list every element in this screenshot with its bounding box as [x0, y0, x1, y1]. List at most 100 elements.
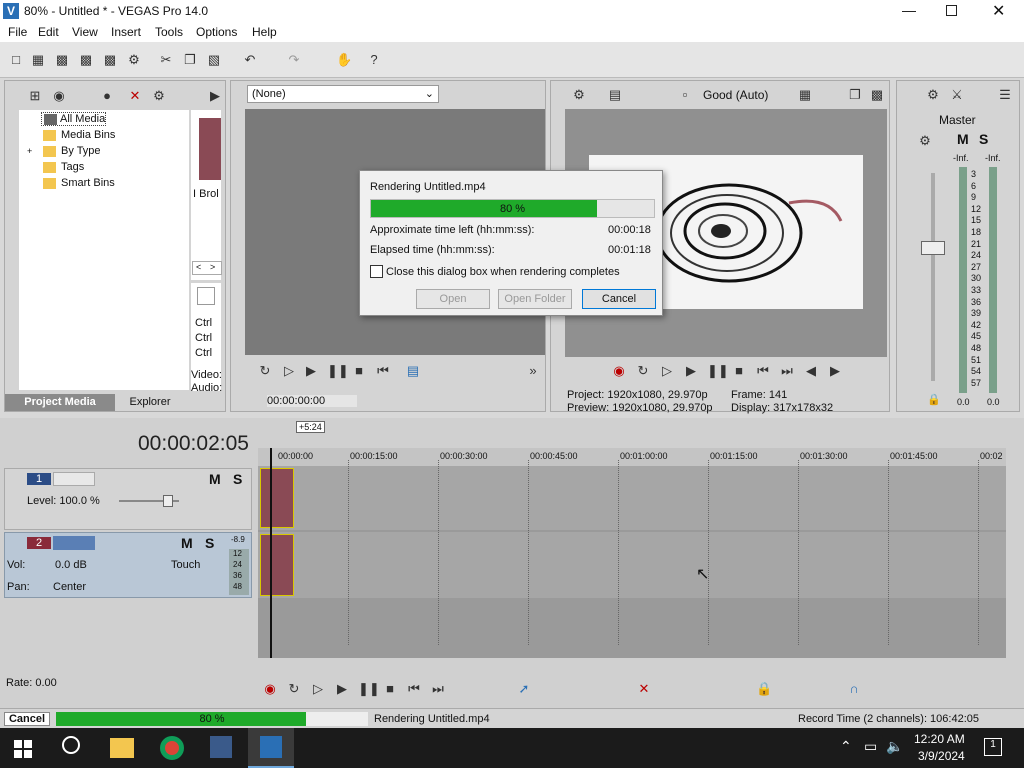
pause-icon[interactable]: ❚❚ — [707, 363, 729, 379]
play-icon[interactable]: ▶ — [303, 363, 319, 379]
track-header-audio[interactable]: 2 M S Vol: 0.0 dB Touch Pan: Center -8.9… — [4, 532, 252, 598]
media-thumbnail[interactable] — [199, 118, 221, 180]
menu-edit[interactable]: Edit — [38, 25, 59, 39]
record-icon[interactable]: ◉ — [611, 363, 627, 379]
close-checkbox[interactable] — [370, 265, 383, 278]
level-slider[interactable] — [119, 495, 179, 507]
cancel-button[interactable]: Cancel — [582, 289, 656, 309]
search-icon[interactable] — [62, 736, 80, 754]
play-icon[interactable]: ▶ — [334, 681, 350, 697]
go-end-icon[interactable]: ⏭ — [430, 681, 446, 697]
play-from-start-icon[interactable]: ▷ — [281, 363, 297, 379]
import-icon[interactable]: ⊞ — [27, 88, 43, 104]
settings-icon[interactable]: ⚙ — [925, 87, 941, 103]
taskbar-date[interactable]: 3/9/2024 — [918, 749, 965, 763]
expand-icon[interactable]: + — [27, 146, 32, 156]
windows-start-icon[interactable] — [14, 740, 32, 758]
trimmer-dropdown[interactable]: (None) ⌄ — [247, 85, 439, 103]
quality-dropdown[interactable]: Good (Auto) — [703, 88, 768, 102]
tab-project-media[interactable]: Project Media — [5, 394, 115, 411]
track-mute[interactable]: M — [209, 471, 221, 487]
tree-item-all-media[interactable]: All Media — [41, 112, 107, 126]
trim-icon[interactable]: ▤ — [405, 363, 421, 379]
cut-icon[interactable]: ✂ — [158, 52, 174, 68]
split-icon[interactable]: ▤ — [607, 87, 623, 103]
network-icon[interactable]: ▭ — [864, 738, 877, 755]
grid-icon[interactable]: ▦ — [797, 87, 813, 103]
properties-icon[interactable]: ⚙ — [126, 52, 142, 68]
pause-icon[interactable]: ❚❚ — [327, 363, 349, 379]
pause-icon[interactable]: ❚❚ — [358, 681, 380, 697]
tree-item-smart-bins[interactable]: Smart Bins — [41, 177, 115, 189]
remove-icon[interactable]: ✕ — [127, 88, 143, 104]
quality-icon[interactable]: ▫ — [677, 87, 693, 103]
normal-edit-tool-icon[interactable]: ➚ — [516, 681, 532, 697]
prev-frame-icon[interactable]: ⏮ — [375, 363, 391, 379]
master-fader-handle[interactable] — [921, 241, 945, 255]
help-icon[interactable]: ? — [366, 52, 382, 68]
stop-icon[interactable]: ■ — [382, 681, 398, 697]
track-header-video[interactable]: 1 M S Level: 100.0 % — [4, 468, 252, 530]
loop-icon[interactable]: ↻ — [286, 681, 302, 697]
redo-icon[interactable]: ↷ — [286, 52, 302, 68]
close-icon[interactable]: ✕ — [992, 1, 1005, 21]
effects-icon[interactable]: ⚙ — [151, 88, 167, 104]
video-clip[interactable] — [260, 468, 294, 528]
lock-icon[interactable]: 🔒 — [927, 393, 941, 406]
scroll-left-icon[interactable]: < — [196, 262, 201, 272]
stop-icon[interactable]: ■ — [351, 363, 367, 379]
playhead[interactable] — [270, 448, 272, 658]
track-solo[interactable]: S — [205, 535, 214, 551]
play-media-icon[interactable]: ▶ — [207, 88, 223, 104]
touch-label[interactable]: Touch — [171, 559, 200, 571]
copy-snapshot-icon[interactable]: ❐ — [847, 87, 863, 103]
stop-icon[interactable]: ■ — [731, 363, 747, 379]
menu-insert[interactable]: Insert — [111, 25, 141, 39]
save-as-icon[interactable]: ▩ — [78, 52, 94, 68]
prev-frame-icon[interactable]: ◀ — [803, 363, 819, 379]
loop-icon[interactable]: ↻ — [257, 363, 273, 379]
notification-icon[interactable]: 1 — [984, 738, 1002, 756]
menu-view[interactable]: View — [72, 25, 98, 39]
play-from-start-icon[interactable]: ▷ — [659, 363, 675, 379]
snapping-icon[interactable]: ∩ — [846, 681, 862, 697]
undo-icon[interactable]: ↶ — [242, 52, 258, 68]
render-icon[interactable]: ▩ — [102, 52, 118, 68]
maximize-icon[interactable] — [946, 5, 957, 16]
status-cancel-button[interactable]: Cancel — [4, 712, 50, 726]
go-start-icon[interactable]: ⏮ — [755, 363, 771, 379]
menu-options[interactable]: Options — [196, 25, 237, 39]
more-icon[interactable]: » — [525, 363, 541, 379]
audio-clip[interactable] — [260, 534, 294, 596]
go-end-icon[interactable]: ⏭ — [779, 363, 795, 379]
file-explorer-icon[interactable] — [110, 738, 134, 758]
loop-icon[interactable]: ↻ — [635, 363, 651, 379]
fx-icon[interactable] — [197, 287, 215, 305]
open-icon[interactable]: ▦ — [30, 52, 46, 68]
menu-help[interactable]: Help — [252, 25, 277, 39]
mixer-icon[interactable]: ☰ — [997, 87, 1013, 103]
track-name-field[interactable] — [53, 536, 95, 550]
save-icon[interactable]: ▩ — [54, 52, 70, 68]
track-name-field[interactable] — [53, 472, 95, 486]
open-button[interactable]: Open — [416, 289, 490, 309]
copy-icon[interactable]: ❐ — [182, 52, 198, 68]
menu-tools[interactable]: Tools — [155, 25, 183, 39]
play-from-start-icon[interactable]: ▷ — [310, 681, 326, 697]
go-start-icon[interactable]: ⏮ — [406, 681, 422, 697]
next-frame-icon[interactable]: ▶ — [827, 363, 843, 379]
volume-icon[interactable]: 🔈 — [886, 738, 903, 755]
new-icon[interactable]: □ — [8, 52, 24, 68]
minimize-icon[interactable]: — — [902, 2, 916, 18]
vegas-taskbar-icon[interactable] — [248, 728, 294, 768]
scroll-right-icon[interactable]: > — [210, 262, 215, 272]
record-icon[interactable]: ◉ — [262, 681, 278, 697]
web-icon[interactable]: ● — [99, 88, 115, 104]
lock-icon[interactable]: 🔒 — [756, 681, 772, 697]
tree-item-media-bins[interactable]: Media Bins — [41, 129, 115, 141]
chrome-icon[interactable] — [160, 736, 184, 760]
tree-item-tags[interactable]: Tags — [41, 161, 84, 173]
master-fx-icon[interactable]: ⚙ — [917, 133, 933, 149]
delete-icon[interactable]: ✕ — [636, 681, 652, 697]
fx-icon[interactable]: ⚔ — [949, 87, 965, 103]
